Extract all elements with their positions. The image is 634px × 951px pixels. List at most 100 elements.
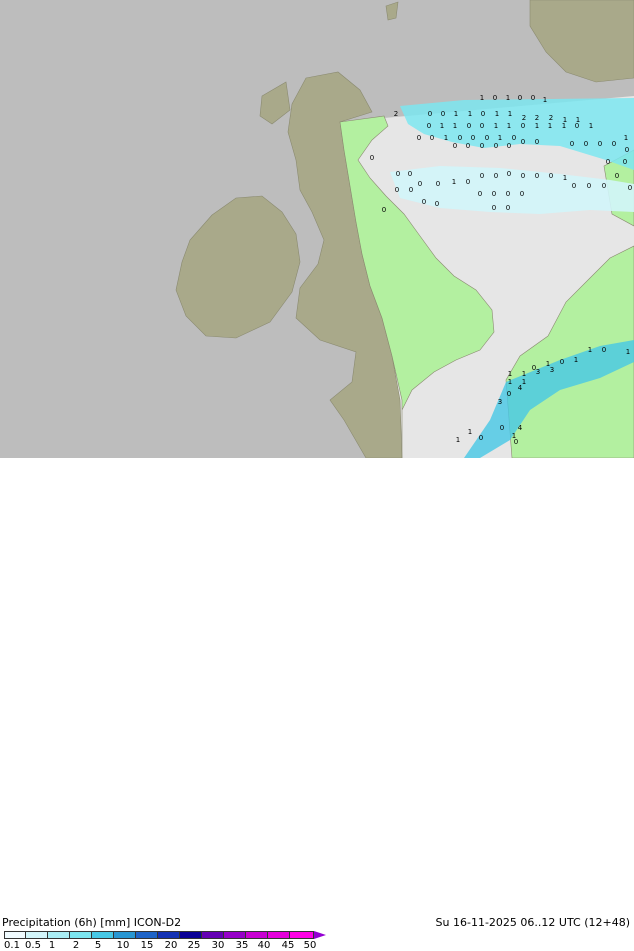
legend-tick: 0.5 (25, 940, 41, 951)
precip-value-label: 1 (588, 346, 592, 354)
precip-value-label: 0 (623, 158, 627, 166)
precip-value-label: 0 (480, 122, 484, 130)
precip-value-label: 3 (498, 398, 502, 406)
precip-value-label: 0 (471, 134, 475, 142)
precip-value-label: 1 (548, 122, 552, 130)
precip-value-label: 0 (628, 184, 632, 192)
legend-swatch (224, 931, 246, 939)
precip-value-label: 0 (521, 122, 525, 130)
precip-value-label: 0 (418, 180, 422, 188)
legend-swatch (48, 931, 70, 939)
precip-value-label: 0 (453, 142, 457, 150)
precip-value-label: 0 (494, 142, 498, 150)
legend-swatch (136, 931, 158, 939)
precip-value-label: 0 (422, 198, 426, 206)
legend-swatch (92, 931, 114, 939)
legend-swatch (290, 931, 314, 939)
precip-value-label: 1 (574, 356, 578, 364)
precip-value-label: 0 (395, 186, 399, 194)
precip-value-label: 0 (625, 146, 629, 154)
precip-value-label: 0 (458, 134, 462, 142)
legend-tick: 15 (140, 940, 154, 951)
legend-tick: 1 (48, 940, 56, 951)
precip-value-label: 1 (535, 122, 539, 130)
legend-tick: 20 (164, 940, 178, 951)
legend-swatch (246, 931, 268, 939)
precip-value-label: 1 (454, 110, 458, 118)
legend-tick: 25 (187, 940, 201, 951)
precip-value-label: 2 (549, 114, 553, 122)
legend-swatch (114, 931, 136, 939)
precip-value-label: 0 (520, 190, 524, 198)
precip-value-label: 0 (570, 140, 574, 148)
legend-tick: 5 (94, 940, 102, 951)
precip-value-label: 0 (518, 94, 522, 102)
map-title: Precipitation (6h) [mm] ICON-D2 (2, 916, 182, 929)
precip-value-label: 0 (492, 190, 496, 198)
precip-value-label: 0 (396, 170, 400, 178)
precip-value-label: 0 (481, 110, 485, 118)
precip-value-label: 0 (435, 200, 439, 208)
precip-value-label: 2 (535, 114, 539, 122)
precip-value-label: 1 (494, 122, 498, 130)
precip-value-label: 0 (382, 206, 386, 214)
precip-value-label: 1 (508, 370, 512, 378)
legend-swatch (4, 931, 26, 939)
precip-value-label: 1 (508, 110, 512, 118)
precip-value-label: 1 (563, 174, 567, 182)
precip-value-label: 0 (485, 134, 489, 142)
precip-value-label: 1 (522, 370, 526, 378)
legend-colorbar (4, 931, 326, 939)
precip-value-label: 0 (479, 434, 483, 442)
precip-value-label: 1 (562, 122, 566, 130)
precip-value-label: 0 (560, 358, 564, 366)
precip-value-label: 2 (522, 114, 526, 122)
precip-value-label: 1 (543, 96, 547, 104)
legend-swatch (202, 931, 224, 939)
precip-value-label: 1 (468, 110, 472, 118)
legend-tick: 2 (72, 940, 80, 951)
precip-value-label: 0 (612, 140, 616, 148)
precip-value-label: 0 (506, 190, 510, 198)
precip-value-label: 0 (466, 178, 470, 186)
precip-value-label: 0 (507, 390, 511, 398)
precip-value-label: 0 (436, 180, 440, 188)
legend-tick: 10 (116, 940, 130, 951)
map-footer: Precipitation (6h) [mm] ICON-D2 Su 16-11… (0, 458, 634, 951)
precip-value-label: 0 (493, 94, 497, 102)
legend-tick: 40 (257, 940, 271, 951)
legend-tick: 50 (303, 940, 317, 951)
precip-value-label: 0 (478, 190, 482, 198)
precip-value-label: 0 (417, 134, 421, 142)
precip-value-label: 0 (466, 142, 470, 150)
precip-value-label: 0 (494, 172, 498, 180)
precip-value-label: 0 (467, 122, 471, 130)
precip-value-label: 0 (521, 138, 525, 146)
precip-value-label: 0 (408, 170, 412, 178)
legend-swatch (26, 931, 48, 939)
legend-swatch (158, 931, 180, 939)
precipitation-map[interactable]: 2101001001101122211011001101110100100010… (0, 0, 634, 458)
precip-value-label: 0 (535, 172, 539, 180)
legend-tick: 0.1 (4, 940, 20, 951)
valid-time: Su 16-11-2025 06..12 UTC (12+48) (435, 916, 630, 929)
precip-value-label: 1 (480, 94, 484, 102)
precip-value-label: 0 (606, 158, 610, 166)
precip-value-label: 0 (507, 170, 511, 178)
precip-value-label: 0 (575, 122, 579, 130)
precip-value-label: 0 (531, 94, 535, 102)
precip-value-label: 0 (587, 182, 591, 190)
precip-value-label: 0 (602, 346, 606, 354)
precip-value-label: 0 (441, 110, 445, 118)
precip-value-label: 1 (453, 122, 457, 130)
legend-swatch (180, 931, 202, 939)
precip-value-label: 0 (506, 204, 510, 212)
precip-value-label: 0 (507, 142, 511, 150)
precip-value-label: 3 (536, 368, 540, 376)
precip-value-label: 2 (394, 110, 398, 118)
legend-tick: 30 (211, 940, 225, 951)
precip-value-label: 4 (518, 424, 523, 432)
legend-swatch (268, 931, 290, 939)
precip-value-label: 0 (598, 140, 602, 148)
precip-value-label: 1 (506, 94, 510, 102)
